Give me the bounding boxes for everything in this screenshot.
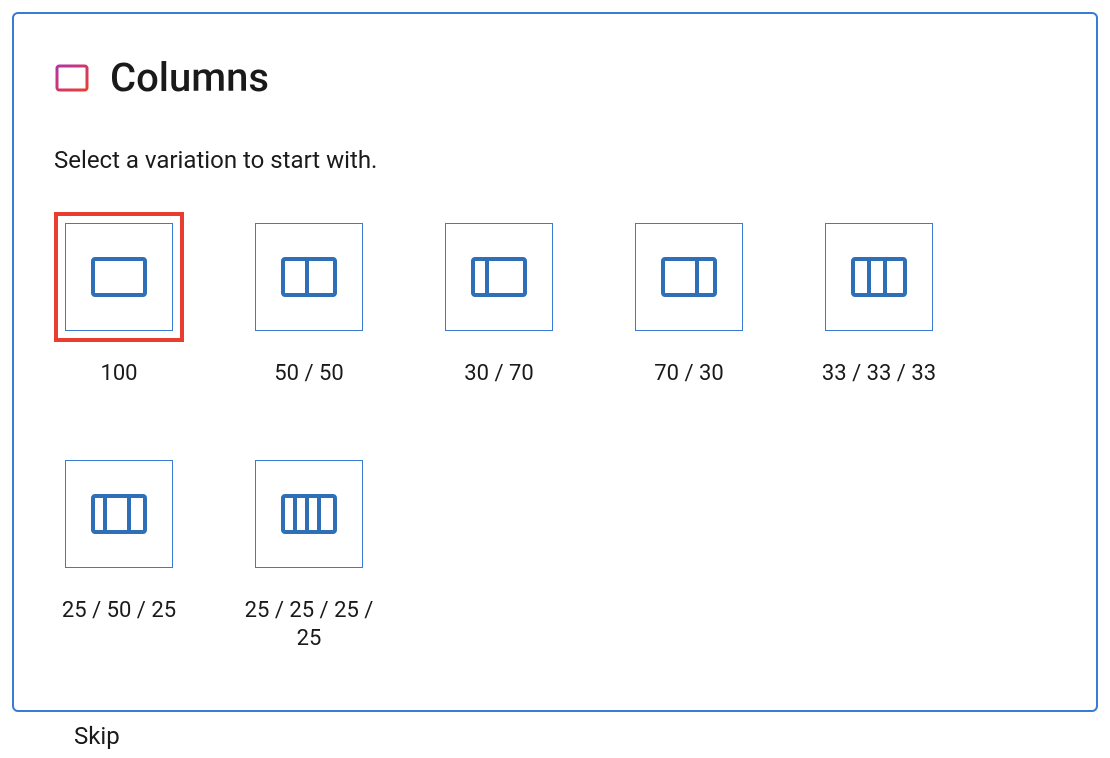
column-segment	[131, 498, 143, 530]
variation-tile	[255, 223, 363, 331]
column-segment	[871, 261, 887, 293]
column-segment	[285, 261, 309, 293]
column-segment	[95, 261, 143, 293]
column-segment	[855, 261, 871, 293]
variation-label: 70 / 30	[654, 360, 723, 389]
variation-option[interactable]: 50 / 50	[244, 212, 374, 389]
columns-layout-icon	[851, 257, 907, 297]
columns-layout-icon	[471, 257, 527, 297]
skip-button[interactable]: Skip	[62, 714, 132, 758]
variation-tile	[255, 460, 363, 568]
variation-option[interactable]: 33 / 33 / 33	[814, 212, 944, 389]
column-segment	[321, 498, 333, 530]
variation-tile	[635, 223, 743, 331]
column-segment	[309, 261, 333, 293]
variation-tile	[825, 223, 933, 331]
variation-label: 25 / 25 / 25 / 25	[244, 597, 374, 654]
column-segment	[107, 498, 131, 530]
columns-layout-icon	[281, 257, 337, 297]
variation-label: 100	[100, 360, 137, 389]
variation-option[interactable]: 25 / 25 / 25 / 25	[244, 449, 374, 654]
variation-label: 50 / 50	[274, 360, 343, 389]
columns-layout-icon	[91, 257, 147, 297]
instruction-text: Select a variation to start with.	[54, 146, 1056, 174]
variation-label: 25 / 50 / 25	[62, 597, 176, 626]
column-segment	[665, 261, 699, 293]
columns-layout-icon	[661, 257, 717, 297]
variation-option[interactable]: 70 / 30	[624, 212, 754, 389]
variation-label: 33 / 33 / 33	[822, 360, 936, 389]
column-segment	[95, 498, 107, 530]
block-header: Columns	[54, 54, 1056, 101]
column-segment	[475, 261, 489, 293]
variation-label: 30 / 70	[464, 360, 533, 389]
columns-block-placeholder: Columns Select a variation to start with…	[12, 12, 1098, 712]
column-segment	[297, 498, 309, 530]
column-segment	[285, 498, 297, 530]
columns-layout-icon	[281, 494, 337, 534]
variation-tile-frame	[54, 212, 184, 342]
variation-option[interactable]: 100	[54, 212, 184, 389]
column-segment	[489, 261, 523, 293]
variation-tile-frame	[244, 212, 374, 342]
variation-option[interactable]: 25 / 50 / 25	[54, 449, 184, 654]
variation-list: 100 50 / 50 30 / 70 70 / 30 33 / 33 / 33 25 /…	[54, 212, 1056, 654]
variation-tile	[65, 460, 173, 568]
variation-tile-frame	[814, 212, 944, 342]
variation-tile-frame	[244, 449, 374, 579]
column-segment	[699, 261, 713, 293]
variation-tile-frame	[54, 449, 184, 579]
variation-tile	[445, 223, 553, 331]
variation-tile-frame	[624, 212, 754, 342]
columns-icon	[54, 60, 90, 96]
block-title: Columns	[110, 54, 269, 101]
column-segment	[887, 261, 903, 293]
column-segment	[309, 498, 321, 530]
variation-tile-frame	[434, 212, 564, 342]
variation-option[interactable]: 30 / 70	[434, 212, 564, 389]
variation-tile	[65, 223, 173, 331]
columns-layout-icon	[91, 494, 147, 534]
